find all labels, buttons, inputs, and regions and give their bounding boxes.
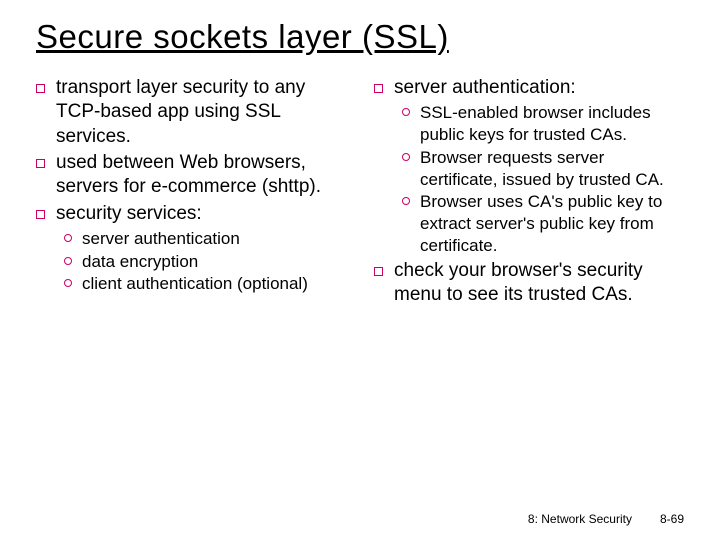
bullet-text: data encryption: [82, 251, 346, 273]
bullet-text: security services:: [56, 202, 346, 226]
list-item: transport layer security to any TCP-base…: [36, 76, 346, 149]
square-bullet-icon: [36, 202, 56, 226]
circle-bullet-icon: [64, 228, 82, 250]
bullet-text: client authentication (optional): [82, 273, 346, 295]
square-bullet-icon: [374, 76, 394, 100]
bullet-text: used between Web browsers, servers for e…: [56, 151, 346, 200]
bullet-text: Browser uses CA's public key to extract …: [420, 191, 684, 256]
square-bullet-icon: [374, 259, 394, 308]
circle-bullet-icon: [402, 102, 420, 146]
circle-bullet-icon: [64, 251, 82, 273]
right-column: server authentication: SSL-enabled brows…: [374, 74, 684, 309]
bullet-text: transport layer security to any TCP-base…: [56, 76, 346, 149]
list-item: security services:: [36, 202, 346, 226]
square-bullet-icon: [36, 76, 56, 149]
bullet-text: SSL-enabled browser includes public keys…: [420, 102, 684, 146]
slide: Secure sockets layer (SSL) transport lay…: [0, 0, 720, 540]
bullet-text: check your browser's security menu to se…: [394, 259, 684, 308]
bullet-text: server authentication: [82, 228, 346, 250]
circle-bullet-icon: [402, 147, 420, 191]
list-item: used between Web browsers, servers for e…: [36, 151, 346, 200]
list-item: check your browser's security menu to se…: [374, 259, 684, 308]
list-item: Browser requests server certificate, iss…: [402, 147, 684, 191]
list-item: Browser uses CA's public key to extract …: [402, 191, 684, 256]
circle-bullet-icon: [64, 273, 82, 295]
page-title: Secure sockets layer (SSL): [36, 18, 684, 56]
left-column: transport layer security to any TCP-base…: [36, 74, 346, 309]
square-bullet-icon: [36, 151, 56, 200]
footer: 8: Network Security 8-69: [528, 512, 684, 526]
content-columns: transport layer security to any TCP-base…: [36, 74, 684, 309]
circle-bullet-icon: [402, 191, 420, 256]
footer-page-number: 8-69: [660, 512, 684, 526]
footer-section: 8: Network Security: [528, 512, 632, 526]
bullet-text: Browser requests server certificate, iss…: [420, 147, 684, 191]
list-item: SSL-enabled browser includes public keys…: [402, 102, 684, 146]
list-item: client authentication (optional): [64, 273, 346, 295]
list-item: server authentication: [64, 228, 346, 250]
list-item: server authentication:: [374, 76, 684, 100]
bullet-text: server authentication:: [394, 76, 684, 100]
list-item: data encryption: [64, 251, 346, 273]
